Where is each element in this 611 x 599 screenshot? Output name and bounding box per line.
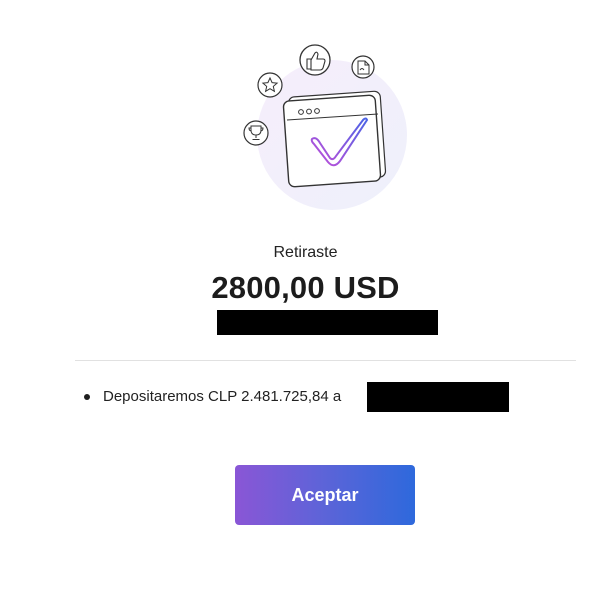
result-title: Retiraste bbox=[273, 244, 338, 261]
redacted-block bbox=[217, 310, 438, 335]
list-item: Depositaremos CLP 2.481.725,84 a bbox=[0, 381, 520, 413]
redacted-block bbox=[367, 382, 509, 412]
thumbs-up-icon bbox=[299, 44, 331, 76]
accept-button[interactable]: Aceptar bbox=[235, 465, 415, 525]
divider bbox=[75, 360, 576, 361]
star-icon bbox=[257, 72, 283, 98]
browser-window-icon bbox=[282, 90, 387, 188]
document-icon bbox=[351, 55, 375, 79]
bullet-icon bbox=[84, 394, 90, 400]
details-list: Depositaremos CLP 2.481.725,84 a bbox=[0, 381, 520, 413]
deposit-info-text: Depositaremos CLP 2.481.725,84 a bbox=[103, 388, 342, 405]
trophy-icon bbox=[243, 120, 269, 146]
success-illustration-graphic bbox=[243, 44, 407, 210]
withdrawn-amount: 2800,00 USD bbox=[211, 270, 400, 305]
success-illustration bbox=[236, 40, 416, 215]
